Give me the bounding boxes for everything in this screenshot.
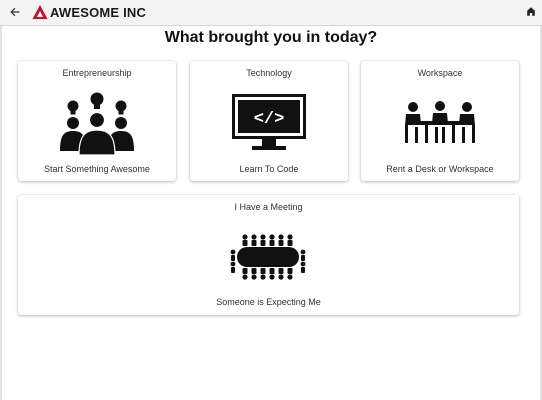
frame-left-edge (0, 26, 2, 400)
card-workspace[interactable]: Workspace Rent a Desk or Workspace (361, 61, 519, 181)
arrow-left-icon (10, 8, 20, 16)
home-icon (527, 7, 535, 16)
brand-triangle-icon (32, 5, 48, 19)
code-monitor-icon: </> (232, 94, 306, 150)
card-title: Workspace (417, 68, 463, 78)
card-subtitle: Learn To Code (239, 164, 299, 174)
home-button[interactable] (525, 6, 537, 18)
card-technology[interactable]: Technology </> Learn To Code (190, 61, 348, 181)
card-title: Entrepreneurship (62, 68, 132, 78)
brand-name: AWESOME INC (50, 4, 147, 20)
workspace-desk-icon (405, 101, 475, 143)
svg-text:</>: </> (254, 110, 285, 129)
card-meeting[interactable]: I Have a Meeting Someone is Expecting Me (18, 195, 519, 315)
card-subtitle: Someone is Expecting Me (216, 297, 321, 307)
card-subtitle: Start Something Awesome (44, 164, 150, 174)
conference-table-icon (230, 234, 306, 280)
page-title: What brought you in today? (164, 29, 378, 46)
brand-logo[interactable]: AWESOME INC (32, 4, 146, 20)
lightbulb-people-icon (60, 92, 134, 155)
back-button[interactable] (7, 4, 23, 20)
card-title: I Have a Meeting (234, 202, 303, 212)
top-bar: AWESOME INC (0, 0, 542, 26)
card-title: Technology (246, 68, 292, 78)
card-entrepreneurship[interactable]: Entrepreneurship Start Something Awesome (18, 61, 176, 181)
card-subtitle: Rent a Desk or Workspace (386, 164, 494, 174)
